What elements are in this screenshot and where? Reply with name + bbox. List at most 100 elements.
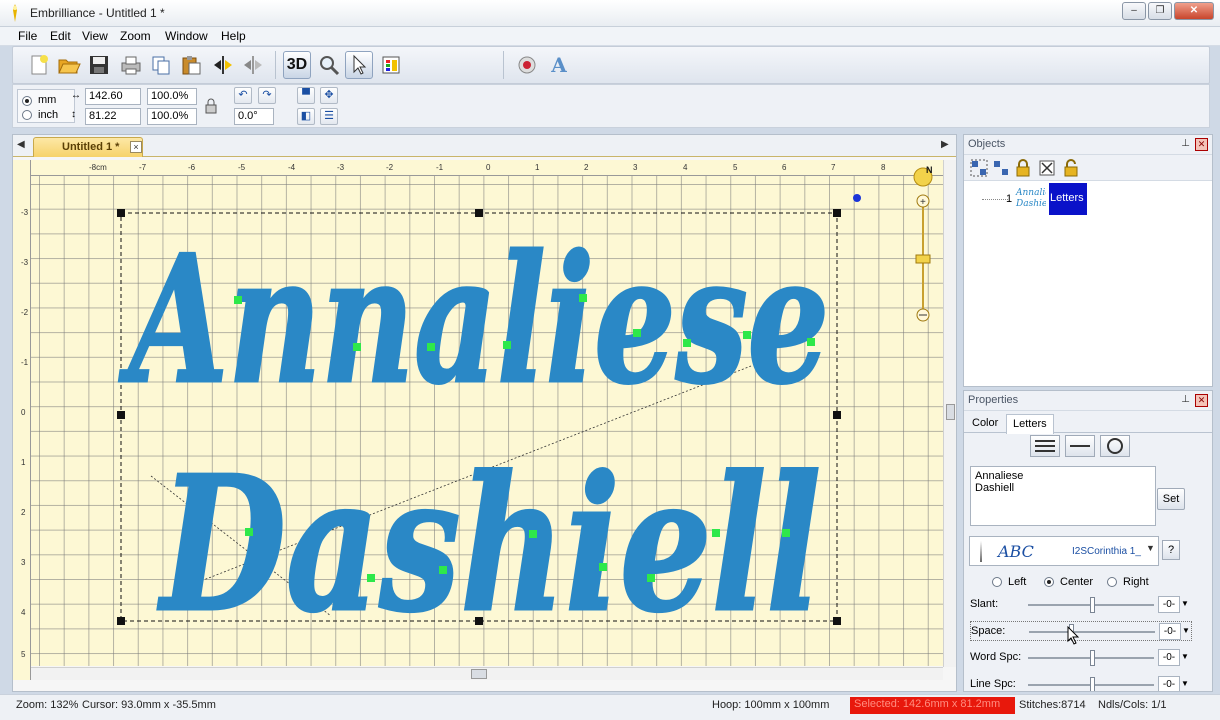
unit-inch-radio[interactable] — [22, 110, 32, 120]
ruler-label: 7 — [831, 163, 836, 172]
menu-edit[interactable]: Edit — [48, 29, 73, 43]
text-circle-icon[interactable] — [1100, 435, 1130, 457]
width-percent-field[interactable]: 100.0% — [147, 88, 197, 105]
space-dropdown-icon[interactable]: ▼ — [1182, 623, 1190, 640]
horizontal-scrollbar[interactable] — [31, 667, 943, 680]
rotate-right-icon[interactable]: ↷ — [258, 87, 276, 104]
pin-icon[interactable]: ⊥ — [1181, 394, 1190, 405]
maximize-button[interactable]: ❐ — [1148, 2, 1172, 20]
font-sample: ABC — [998, 542, 1034, 561]
open-folder-icon[interactable] — [55, 51, 83, 79]
height-arrow-icon: ↕ — [71, 109, 76, 120]
space-value[interactable]: -0- — [1159, 623, 1181, 640]
status-zoom: Zoom: 132% — [16, 699, 79, 711]
justify-right-radio[interactable] — [1107, 577, 1117, 587]
zoom-slider[interactable]: N + — [911, 165, 935, 325]
center-icon[interactable]: ✥ — [320, 87, 338, 104]
slant-dropdown-icon[interactable]: ▼ — [1181, 596, 1189, 613]
line-spacing-dropdown-icon[interactable]: ▼ — [1181, 676, 1189, 691]
rotate-left-icon[interactable]: ↶ — [234, 87, 252, 104]
object-thumbnail[interactable]: Annaliese Dashiell — [1014, 185, 1046, 209]
status-stitches: Stitches:8714 — [1019, 699, 1086, 711]
text-line-icon[interactable] — [1065, 435, 1095, 457]
copy-icon[interactable] — [147, 51, 175, 79]
close-window-button[interactable]: ✕ — [1174, 2, 1214, 20]
mirror-vertical-icon[interactable] — [239, 51, 267, 79]
vertical-scrollbar[interactable] — [943, 160, 956, 667]
vertical-scroll-thumb[interactable] — [946, 404, 955, 420]
align-left-icon[interactable]: ◧ — [297, 108, 315, 125]
new-icon[interactable] — [25, 51, 53, 79]
align-top-icon[interactable]: ▀ — [297, 87, 315, 104]
slant-value[interactable]: -0- — [1158, 596, 1180, 613]
tab-letters[interactable]: Letters — [1006, 414, 1054, 434]
3d-view-icon[interactable]: 3D — [283, 51, 311, 79]
color-sort-icon[interactable] — [377, 51, 405, 79]
height-field[interactable]: 81.22 — [85, 108, 141, 125]
pointer-icon[interactable] — [345, 51, 373, 79]
mirror-horizontal-icon[interactable] — [209, 51, 237, 79]
horizontal-scroll-thumb[interactable] — [471, 669, 487, 679]
objects-panel: Objects ⊥ ✕ 1 Annaliese Dashiell Letters — [963, 134, 1213, 387]
menu-window[interactable]: Window — [163, 29, 210, 43]
word-spacing-value[interactable]: -0- — [1158, 649, 1180, 666]
word-spacing-dropdown-icon[interactable]: ▼ — [1181, 649, 1189, 666]
menu-file[interactable]: File — [16, 29, 39, 43]
ungroup-icon[interactable] — [992, 159, 1010, 177]
pin-icon[interactable]: ⊥ — [1181, 138, 1190, 149]
status-cursor: Cursor: 93.0mm x -35.5mm — [82, 699, 216, 711]
tab-color[interactable]: Color — [966, 414, 1004, 434]
lettering-text-input[interactable]: Annaliese Dashiell — [970, 466, 1156, 526]
justify-left-radio[interactable] — [992, 577, 1002, 587]
space-slider-row: Space: -0- ▼ — [970, 621, 1192, 645]
justify-center-radio[interactable] — [1044, 577, 1054, 587]
ruler-label: -2 — [21, 308, 29, 317]
save-icon[interactable] — [85, 51, 113, 79]
height-percent-field[interactable]: 100.0% — [147, 108, 197, 125]
lock-aspect-icon[interactable] — [201, 96, 221, 116]
tab-close-icon[interactable]: × — [130, 141, 142, 153]
unit-mm-radio[interactable] — [22, 96, 32, 106]
distribute-icon[interactable]: ☰ — [320, 108, 338, 125]
set-button[interactable]: Set — [1157, 488, 1185, 510]
menu-view[interactable]: View — [80, 29, 110, 43]
font-dropdown-icon[interactable]: ▼ — [1146, 543, 1156, 559]
space-track[interactable] — [1029, 631, 1155, 633]
word-spacing-thumb[interactable] — [1090, 650, 1095, 666]
tab-untitled-1[interactable]: Untitled 1 * × — [33, 137, 143, 157]
text-straight-icon[interactable] — [1030, 435, 1060, 457]
print-icon[interactable] — [117, 51, 145, 79]
minimize-button[interactable]: – — [1122, 2, 1146, 20]
properties-close-icon[interactable]: ✕ — [1195, 394, 1208, 407]
ruler-label: -2 — [386, 163, 394, 172]
rotation-field[interactable]: 0.0° — [234, 108, 274, 125]
ruler-label: 3 — [633, 163, 638, 172]
tab-scroll-left[interactable]: ◀ — [17, 139, 25, 150]
paste-icon[interactable] — [177, 51, 205, 79]
width-field[interactable]: 142.60 — [85, 88, 141, 105]
lock-icon[interactable] — [1014, 159, 1032, 177]
ruler-label: 2 — [584, 163, 589, 172]
unlock-icon[interactable] — [1062, 159, 1080, 177]
font-help-button[interactable]: ? — [1162, 540, 1180, 560]
group-icon[interactable] — [970, 159, 988, 177]
objects-close-icon[interactable]: ✕ — [1195, 138, 1208, 151]
menu-zoom[interactable]: Zoom — [118, 29, 153, 43]
line-spacing-value[interactable]: -0- — [1158, 676, 1180, 691]
resize-handle — [833, 411, 841, 419]
font-selector[interactable]: ABC I2SCorinthia 1_ ▼ — [969, 536, 1159, 566]
tab-scroll-right[interactable]: ▶ — [941, 139, 949, 150]
objects-header: Objects ⊥ ✕ — [964, 135, 1212, 155]
delete-object-icon[interactable] — [1038, 159, 1056, 177]
line-spacing-thumb[interactable] — [1090, 677, 1095, 691]
status-hoop: Hoop: 100mm x 100mm — [712, 699, 830, 711]
object-letters-label[interactable]: Letters — [1049, 183, 1087, 215]
slant-thumb[interactable] — [1090, 597, 1095, 613]
lettering-icon[interactable]: A — [545, 51, 573, 79]
menu-help[interactable]: Help — [219, 29, 248, 43]
hoop-canvas[interactable]: Annaliese Dashiell — [31, 176, 944, 666]
design-workspace: ◀ Untitled 1 * × ▶ -8cm -7 -6 -5 -4 -3 -… — [12, 134, 957, 692]
properties-tabs: Color Letters — [964, 411, 1212, 434]
stitch-settings-icon[interactable] — [513, 51, 541, 79]
magnifier-icon[interactable] — [315, 51, 343, 79]
